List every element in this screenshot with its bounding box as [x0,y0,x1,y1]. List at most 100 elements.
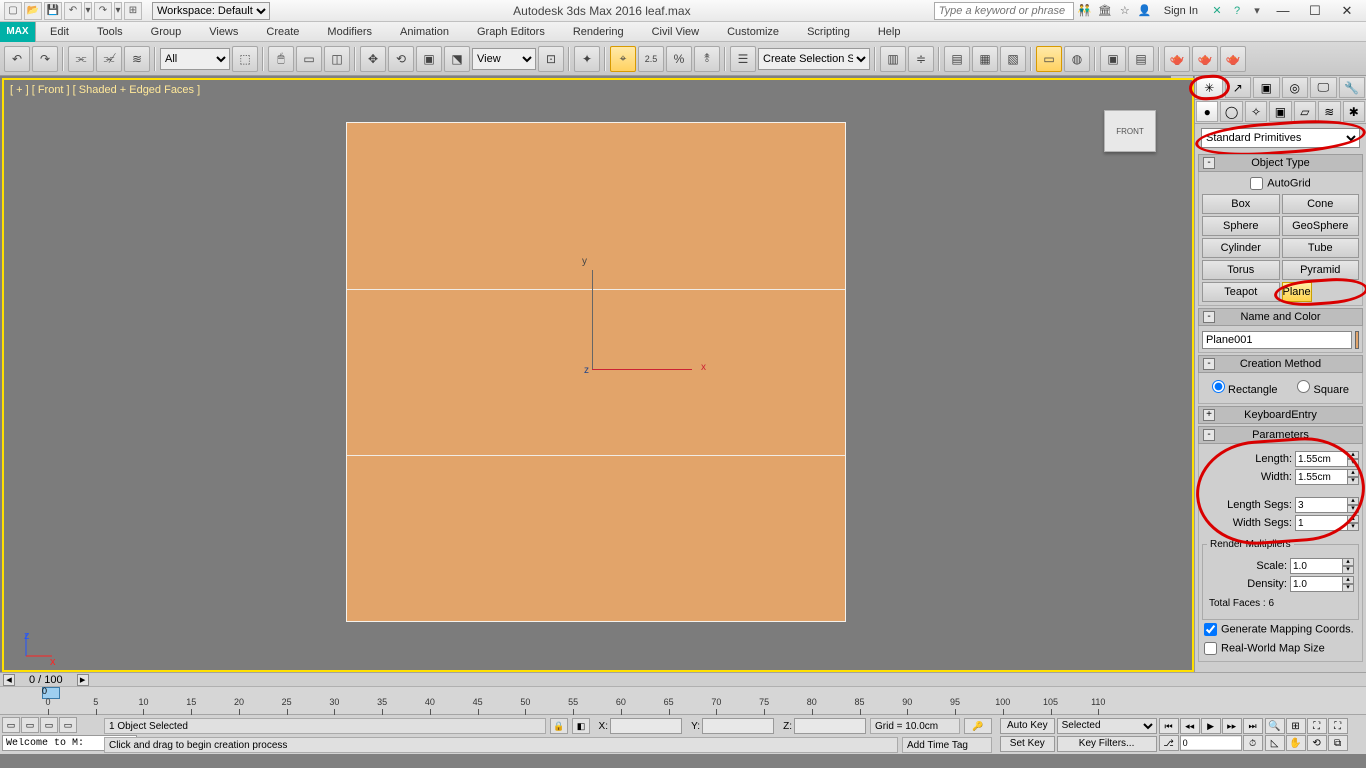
shapes-subtab[interactable]: ◯ [1220,101,1242,122]
workspace-selector[interactable]: Workspace: Default [152,2,270,20]
rotate-icon[interactable]: ⟲ [388,46,414,72]
menu-help[interactable]: Help [864,26,915,38]
parameters-rollout-header[interactable]: -Parameters [1198,426,1363,444]
infocenter-icon[interactable]: 👬 [1076,2,1094,20]
maximize-button[interactable]: ☐ [1300,1,1330,21]
coord-x-input[interactable] [610,718,682,734]
manipulate-icon[interactable]: ✦ [574,46,600,72]
create-tab[interactable]: ✳ [1196,77,1223,98]
menu-rendering[interactable]: Rendering [559,26,638,38]
percent-snap-icon[interactable]: % [666,46,692,72]
fov-icon[interactable]: ◺ [1265,735,1285,751]
bind-space-warp-icon[interactable]: ≋ [124,46,150,72]
isolate-icon[interactable]: ◧ [572,718,590,734]
redo-icon[interactable]: ↷ [94,2,112,20]
display-tab[interactable]: 🖵 [1310,77,1337,98]
layer-explorer-icon[interactable]: ▤ [944,46,970,72]
time-slider-bar[interactable]: ◂ 0 / 100 ▸ [0,672,1366,686]
menu-customize[interactable]: Customize [713,26,793,38]
menu-civil-view[interactable]: Civil View [638,26,713,38]
ref-coord-system[interactable]: View [472,48,536,70]
density-input[interactable] [1290,576,1342,592]
coord-z-input[interactable] [794,718,866,734]
lights-subtab[interactable]: ✧ [1245,101,1267,122]
key-mode-toggle-icon[interactable]: ⎇ [1159,735,1179,751]
redo-button[interactable]: ↷ [32,46,58,72]
select-object-icon[interactable]: ⬚ [232,46,258,72]
close-button[interactable]: ✕ [1332,1,1362,21]
helpers-subtab[interactable]: ▱ [1294,101,1316,122]
zoom-extents-icon[interactable]: ⛶ [1307,718,1327,734]
width-input[interactable] [1295,469,1347,485]
menu-edit[interactable]: Edit [36,26,83,38]
help-icon[interactable]: ? [1228,2,1246,20]
goto-start-icon[interactable]: ⏮ [1159,718,1179,734]
pyramid-button[interactable]: Pyramid [1282,260,1360,280]
add-time-tag-button[interactable]: Add Time Tag [902,737,992,753]
link-icon[interactable]: ⫘ [68,46,94,72]
select-region-icon[interactable]: ▭ [296,46,322,72]
plane-object[interactable] [346,122,846,622]
play-icon[interactable]: ▶ [1201,718,1221,734]
menu-modifiers[interactable]: Modifiers [313,26,386,38]
render-iter-icon[interactable]: 🫖 [1192,46,1218,72]
max-toggle-icon[interactable]: ⧉ [1328,735,1348,751]
sphere-button[interactable]: Sphere [1202,216,1280,236]
creation-method-rollout-header[interactable]: -Creation Method [1198,355,1363,373]
name-color-rollout-header[interactable]: -Name and Color [1198,308,1363,326]
box-button[interactable]: Box [1202,194,1280,214]
square-radio[interactable] [1297,380,1310,393]
selection-filter[interactable]: All [160,48,230,70]
project-icon[interactable]: ⊞ [124,2,142,20]
undo-dropdown-icon[interactable]: ▾ [84,2,92,20]
cylinder-button[interactable]: Cylinder [1202,238,1280,258]
mini-icon-4[interactable]: ▭ [59,717,77,733]
orbit-icon[interactable]: ⟲ [1307,735,1327,751]
curve-editor-icon[interactable]: ▧ [1000,46,1026,72]
width-segs-input[interactable] [1295,515,1347,531]
utilities-tab[interactable]: 🔧 [1339,77,1366,98]
set-key-button[interactable]: Set Key [1000,736,1055,752]
category-dropdown[interactable]: Standard Primitives [1201,128,1360,148]
named-selection-set[interactable]: Create Selection Set [758,48,870,70]
key-mode-icon[interactable]: 🔑 [964,718,992,734]
plane-button[interactable]: Plane [1282,282,1312,302]
schematic-view-icon[interactable]: ▭ [1036,46,1062,72]
viewport-label[interactable]: [ + ] [ Front ] [ Shaded + Edged Faces ] [10,84,200,96]
app-menu-button[interactable]: MAX [0,22,36,42]
length-input[interactable] [1295,451,1347,467]
modify-tab[interactable]: ↗ [1225,77,1252,98]
window-crossing-icon[interactable]: ◫ [324,46,350,72]
time-config-icon[interactable]: ⏱ [1243,735,1263,751]
menu-graph-editors[interactable]: Graph Editors [463,26,559,38]
zoom-icon[interactable]: 🔍 [1265,718,1285,734]
menu-create[interactable]: Create [252,26,313,38]
save-icon[interactable]: 💾 [44,2,62,20]
real-world-checkbox[interactable] [1204,642,1217,655]
object-name-input[interactable] [1202,331,1352,349]
autogrid-checkbox[interactable] [1250,177,1263,190]
menu-group[interactable]: Group [137,26,196,38]
select-by-name-icon[interactable]: 🖱 [268,46,294,72]
scale-input[interactable] [1290,558,1342,574]
object-type-rollout-header[interactable]: -Object Type [1198,154,1363,172]
rectangle-radio[interactable] [1212,380,1225,393]
sign-in-link[interactable]: Sign In [1156,5,1206,17]
redo-dropdown-icon[interactable]: ▾ [114,2,122,20]
gen-mapping-checkbox[interactable] [1204,623,1217,636]
snap-toggle-icon[interactable]: ⌖ [610,46,636,72]
help-search-input[interactable] [934,2,1074,20]
maxscript-mini-listener-icon[interactable]: ▭ [2,717,20,733]
hierarchy-tab[interactable]: ▣ [1253,77,1280,98]
key-filter-select[interactable]: Selected [1057,718,1157,734]
macro-rec-icon[interactable]: ▭ [21,717,39,733]
motion-tab[interactable]: ◎ [1282,77,1309,98]
goto-end-icon[interactable]: ⏭ [1243,718,1263,734]
object-color-swatch[interactable] [1355,331,1359,349]
mini-icon-3[interactable]: ▭ [40,717,58,733]
next-frame-icon[interactable]: ▸▸ [1222,718,1242,734]
auto-key-button[interactable]: Auto Key [1000,718,1055,734]
zoom-extents-all-icon[interactable]: ⛶ [1328,718,1348,734]
zoom-all-icon[interactable]: ⊞ [1286,718,1306,734]
mirror-icon[interactable]: ▥ [880,46,906,72]
